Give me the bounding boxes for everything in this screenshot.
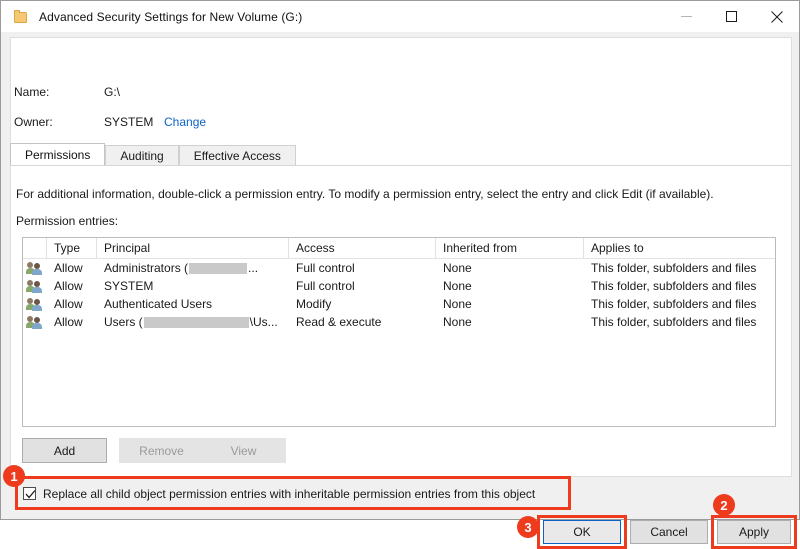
cell-applies-to: This folder, subfolders and files (591, 261, 757, 275)
cell-access: Full control (296, 261, 355, 275)
table-row[interactable]: Allow Users ( \Us... Read & execute None This… (23, 313, 775, 331)
cell-type: Allow (54, 315, 83, 329)
table-body: Allow Administrators (... Full control None… (23, 259, 775, 331)
cell-access: Full control (296, 279, 355, 293)
cell-inherited-from: None (443, 261, 472, 275)
principal-text: SYSTEM (104, 279, 154, 293)
table-row[interactable]: Allow Administrators (... Full control None… (23, 259, 775, 277)
title-bar: Advanced Security Settings for New Volum… (1, 1, 799, 32)
annotation-badge-1: 1 (3, 465, 25, 487)
column-header-icon[interactable] (23, 238, 47, 258)
redacted-region (143, 316, 249, 328)
cell-type: Allow (54, 297, 83, 311)
permission-entries-label: Permission entries: (16, 214, 119, 228)
ok-button[interactable]: OK (543, 520, 621, 544)
annotation-badge-2: 2 (713, 494, 735, 516)
table-row[interactable]: Allow SYSTEM Full control None This folder, … (23, 277, 775, 295)
principal-text: Administrators ( (104, 261, 189, 275)
principal-suffix: ... (248, 261, 259, 275)
tab-auditing[interactable]: Auditing (105, 145, 179, 166)
principal-text: Users ( (104, 315, 143, 329)
window-title: Advanced Security Settings for New Volum… (39, 9, 303, 24)
tab-divider (10, 165, 792, 166)
column-header-access[interactable]: Access (289, 238, 436, 258)
annotation-badge-3: 3 (517, 516, 539, 538)
cell-inherited-from: None (443, 279, 472, 293)
cell-type: Allow (54, 261, 83, 275)
cell-access: Modify (296, 297, 332, 311)
table-header-row: Type Principal Access Inherited from App… (23, 238, 775, 259)
redacted-region (189, 262, 248, 274)
user-group-icon (23, 261, 47, 275)
view-button: View (201, 438, 286, 463)
cell-principal: SYSTEM (97, 279, 289, 293)
apply-button[interactable]: Apply (717, 520, 791, 544)
cell-type: Allow (54, 279, 83, 293)
tab-permissions[interactable]: Permissions (10, 143, 106, 166)
replace-child-permissions-label: Replace all child object permission entr… (43, 486, 536, 501)
cancel-button[interactable]: Cancel (630, 520, 708, 544)
column-header-principal[interactable]: Principal (97, 238, 289, 258)
owner-value: SYSTEM (104, 115, 154, 129)
cell-access: Read & execute (296, 315, 382, 329)
user-group-icon (23, 315, 47, 329)
user-group-icon (23, 279, 47, 293)
minimize-icon[interactable] (664, 1, 709, 32)
remove-button: Remove (119, 438, 204, 463)
column-header-inherited-from[interactable]: Inherited from (436, 238, 584, 258)
permission-entries-list[interactable]: Type Principal Access Inherited from App… (22, 237, 776, 427)
instruction-text: For additional information, double-click… (16, 187, 714, 201)
window-controls (664, 1, 799, 32)
table-row[interactable]: Allow Authenticated Users Modify None This f… (23, 295, 775, 313)
add-button[interactable]: Add (22, 438, 107, 463)
owner-label: Owner: (14, 115, 53, 129)
replace-child-permissions-row[interactable]: Replace all child object permission entr… (23, 484, 535, 503)
cell-principal: Authenticated Users (97, 297, 289, 311)
cell-inherited-from: None (443, 315, 472, 329)
close-icon[interactable] (754, 1, 799, 32)
client-area: Name: G:\ Owner: SYSTEM Change Permissio… (1, 32, 799, 549)
user-group-icon (23, 297, 47, 311)
maximize-icon[interactable] (709, 1, 754, 32)
cell-applies-to: This folder, subfolders and files (591, 297, 757, 311)
cell-principal: Users ( \Us... (97, 315, 289, 329)
folder-icon (13, 9, 29, 25)
name-label: Name: (14, 85, 50, 99)
owner-change-link[interactable]: Change (164, 115, 206, 129)
tab-strip: Permissions Auditing Effective Access (10, 143, 296, 166)
advanced-security-settings-window: Advanced Security Settings for New Volum… (0, 0, 800, 549)
tab-effective-access[interactable]: Effective Access (178, 145, 296, 166)
column-header-applies-to[interactable]: Applies to (584, 238, 775, 258)
principal-suffix: \Us... (249, 315, 278, 329)
principal-text: Authenticated Users (104, 297, 213, 311)
cell-applies-to: This folder, subfolders and files (591, 315, 757, 329)
cell-applies-to: This folder, subfolders and files (591, 279, 757, 293)
name-value: G:\ (104, 85, 121, 99)
column-header-type[interactable]: Type (47, 238, 97, 258)
cell-inherited-from: None (443, 297, 472, 311)
replace-child-permissions-checkbox[interactable] (23, 487, 36, 500)
cell-principal: Administrators (... (97, 261, 289, 275)
